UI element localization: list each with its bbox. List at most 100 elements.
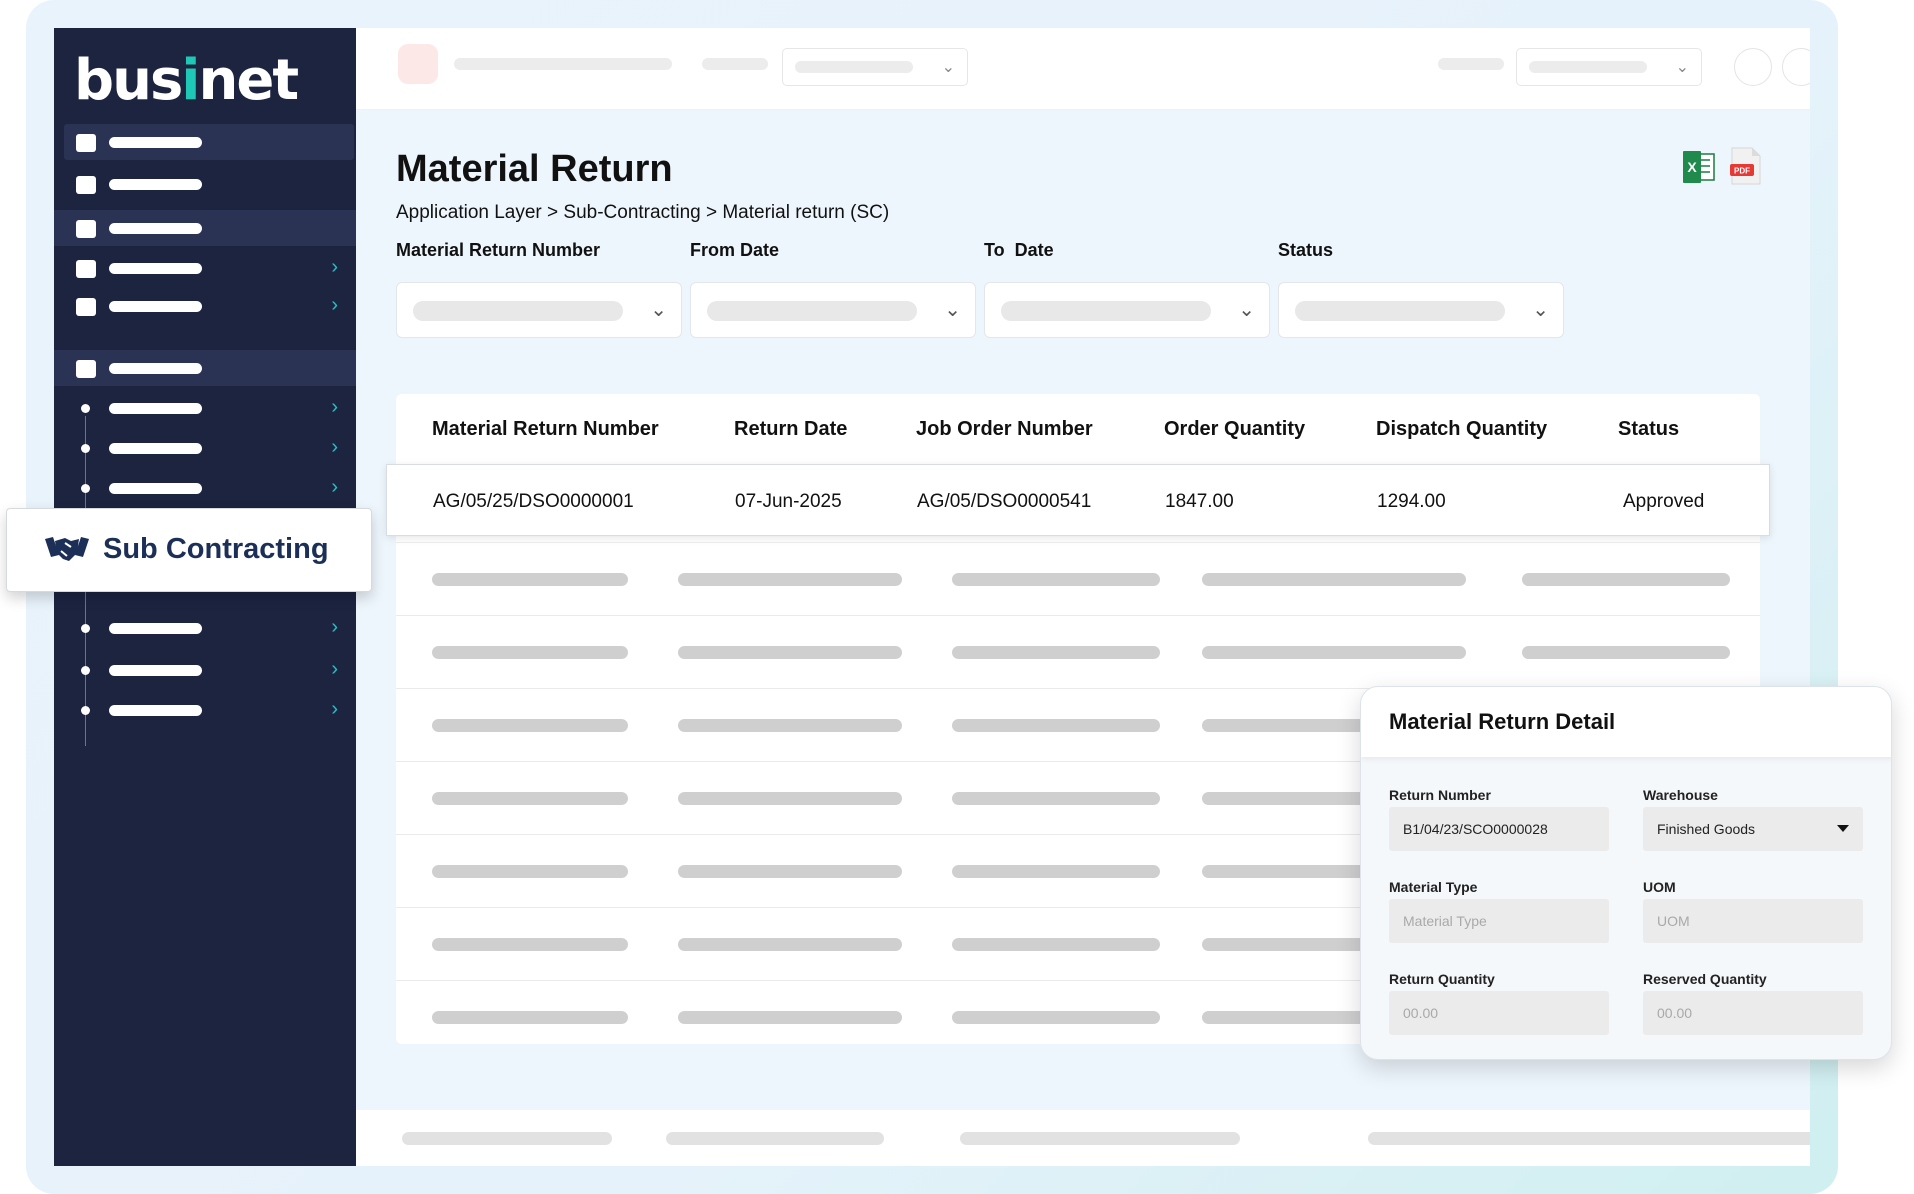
nav-label-placeholder bbox=[109, 223, 202, 234]
bullet-icon bbox=[81, 444, 90, 453]
chevron-right-icon: › bbox=[331, 294, 338, 316]
material-return-detail-card: Material Return Detail Return Number B1/… bbox=[1360, 686, 1892, 1060]
filter-label-return-number: Material Return Number bbox=[396, 240, 601, 260]
column-header[interactable]: Status bbox=[1618, 418, 1679, 441]
app-logo: businet bbox=[74, 48, 299, 113]
to-date-select[interactable]: ⌄ bbox=[984, 282, 1270, 338]
handshake-icon bbox=[45, 537, 89, 561]
page-title: Material Return bbox=[396, 148, 673, 190]
column-header[interactable]: Material Return Number bbox=[432, 418, 659, 441]
select-value-placeholder bbox=[795, 61, 913, 73]
uom-label: UOM bbox=[1643, 879, 1676, 895]
nav-square-icon bbox=[76, 298, 96, 316]
chevron-down-icon: ⌄ bbox=[1238, 299, 1255, 321]
reserved-quantity-field[interactable]: 00.00 bbox=[1643, 991, 1863, 1035]
svg-text:PDF: PDF bbox=[1734, 167, 1750, 176]
app-icon-placeholder bbox=[398, 44, 438, 84]
chevron-down-icon: ⌄ bbox=[944, 299, 961, 321]
table-header: Material Return Number Return Date Job O… bbox=[396, 394, 1760, 464]
nav-label-placeholder bbox=[109, 665, 202, 676]
sidebar-item-sub-contracting[interactable]: Sub Contracting bbox=[6, 508, 372, 592]
sidebar-item[interactable] bbox=[64, 124, 354, 160]
sidebar-item[interactable] bbox=[54, 210, 356, 246]
filter-label-status: Status bbox=[1278, 240, 1334, 260]
column-header[interactable]: Order Quantity bbox=[1164, 418, 1305, 441]
nav-label-placeholder bbox=[109, 705, 202, 716]
bullet-icon bbox=[81, 404, 90, 413]
detail-title: Material Return Detail bbox=[1389, 709, 1616, 734]
sidebar-item[interactable] bbox=[54, 166, 356, 202]
table-cell: AG/05/DSO0000541 bbox=[917, 491, 1092, 512]
nav-label-placeholder bbox=[109, 623, 202, 634]
nav-label-placeholder bbox=[109, 443, 202, 454]
top-select[interactable]: ⌄ bbox=[1516, 48, 1702, 86]
nav-label-placeholder bbox=[109, 179, 202, 190]
chevron-down-icon: ⌄ bbox=[650, 299, 667, 321]
warehouse-label: Warehouse bbox=[1643, 787, 1718, 803]
select-value-placeholder bbox=[1529, 61, 1647, 73]
chevron-down-icon: ⌄ bbox=[1532, 299, 1549, 321]
nav-label-placeholder bbox=[109, 483, 202, 494]
footer-bar bbox=[356, 1110, 1810, 1166]
sidebar-item-label: Sub Contracting bbox=[103, 533, 329, 565]
select-value-placeholder bbox=[1001, 301, 1211, 321]
uom-field[interactable]: UOM bbox=[1643, 899, 1863, 943]
filter-label-to-date: To Date bbox=[984, 240, 1054, 260]
status-select[interactable]: ⌄ bbox=[1278, 282, 1564, 338]
title-placeholder bbox=[454, 58, 672, 70]
table-cell: AG/05/25/DSO0000001 bbox=[433, 491, 634, 512]
warehouse-select[interactable]: Finished Goods bbox=[1643, 807, 1863, 851]
pdf-icon[interactable]: PDF bbox=[1728, 146, 1762, 186]
status-badge: Approved bbox=[1623, 491, 1705, 512]
return-number-field[interactable]: B1/04/23/SCO0000028 bbox=[1389, 807, 1609, 851]
bullet-icon bbox=[81, 484, 90, 493]
chevron-right-icon: › bbox=[331, 616, 338, 638]
avatar[interactable] bbox=[1734, 48, 1772, 86]
sidebar-subitem[interactable]: › bbox=[54, 652, 356, 688]
table-cell: 1294.00 bbox=[1377, 491, 1446, 512]
nav-square-icon bbox=[76, 260, 96, 278]
top-bar: ⌄ ⌄ bbox=[356, 28, 1810, 110]
avatar[interactable] bbox=[1782, 48, 1810, 86]
sidebar-subitem[interactable]: › bbox=[54, 390, 356, 426]
reserved-quantity-label: Reserved Quantity bbox=[1643, 971, 1767, 987]
bullet-icon bbox=[81, 706, 90, 715]
top-select[interactable]: ⌄ bbox=[782, 48, 968, 86]
nav-square-icon bbox=[76, 176, 96, 194]
chevron-right-icon: › bbox=[331, 658, 338, 680]
from-date-select[interactable]: ⌄ bbox=[690, 282, 976, 338]
return-quantity-field[interactable]: 00.00 bbox=[1389, 991, 1609, 1035]
excel-icon[interactable]: X bbox=[1682, 148, 1716, 186]
select-value-placeholder bbox=[707, 301, 917, 321]
chevron-right-icon: › bbox=[331, 256, 338, 278]
column-header[interactable]: Return Date bbox=[734, 418, 847, 441]
return-quantity-label: Return Quantity bbox=[1389, 971, 1495, 987]
sidebar-subitem[interactable]: › bbox=[54, 470, 356, 506]
column-header[interactable]: Dispatch Quantity bbox=[1376, 418, 1547, 441]
skeleton-row bbox=[396, 542, 1760, 615]
select-value-placeholder bbox=[413, 301, 623, 321]
sidebar-subitem[interactable]: › bbox=[54, 430, 356, 466]
sidebar-item[interactable]: › bbox=[54, 288, 356, 324]
sidebar-subitem[interactable]: › bbox=[54, 692, 356, 728]
nav-label-placeholder bbox=[109, 363, 202, 374]
return-number-label: Return Number bbox=[1389, 787, 1491, 803]
table-cell: 07-Jun-2025 bbox=[735, 491, 842, 512]
chevron-right-icon: › bbox=[331, 436, 338, 458]
caret-down-icon bbox=[1837, 825, 1849, 832]
material-type-field[interactable]: Material Type bbox=[1389, 899, 1609, 943]
return-number-select[interactable]: ⌄ bbox=[396, 282, 682, 338]
chevron-down-icon: ⌄ bbox=[1675, 59, 1689, 76]
label-placeholder bbox=[1438, 58, 1504, 70]
sidebar-subitem[interactable]: › bbox=[54, 610, 356, 646]
label-placeholder bbox=[702, 58, 768, 70]
sidebar-item[interactable] bbox=[54, 350, 356, 386]
skeleton-row bbox=[396, 615, 1760, 688]
nav-label-placeholder bbox=[109, 301, 202, 312]
filter-label-from-date: From Date bbox=[690, 240, 780, 260]
nav-label-placeholder bbox=[109, 137, 202, 148]
sidebar-item[interactable]: › bbox=[54, 250, 356, 286]
table-row[interactable]: AG/05/25/DSO0000001 07-Jun-2025 AG/05/DS… bbox=[386, 464, 1770, 536]
breadcrumb: Application Layer > Sub-Contracting > Ma… bbox=[396, 202, 890, 223]
column-header[interactable]: Job Order Number bbox=[916, 418, 1093, 441]
